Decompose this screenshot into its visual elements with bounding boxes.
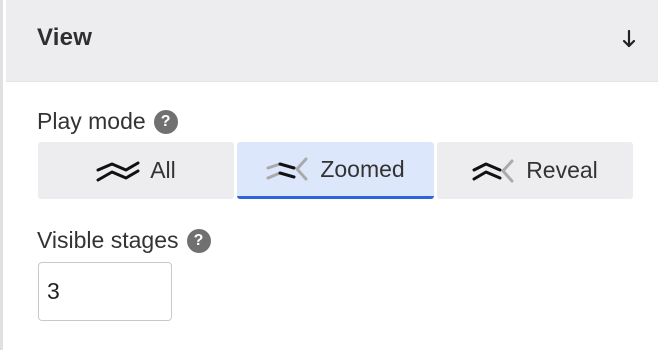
view-panel: View Play mode ? All Zoomed Reveal Visib… [0, 0, 658, 350]
help-icon[interactable]: ? [153, 109, 178, 134]
visible-stages-label-text: Visible stages [37, 227, 179, 253]
play-mode-all-button[interactable]: All [38, 142, 234, 199]
arrow-down-icon [622, 29, 636, 48]
play-mode-reveal-button[interactable]: Reveal [437, 142, 633, 199]
mode-all-icon [96, 161, 140, 181]
panel-title: View [37, 24, 93, 51]
visible-stages-label: Visible stages ? [37, 227, 211, 254]
collapse-button[interactable] [617, 26, 641, 52]
play-mode-reveal-label: Reveal [526, 157, 598, 183]
play-mode-label: Play mode ? [37, 108, 178, 135]
play-mode-selector: All Zoomed Reveal [38, 142, 633, 199]
play-mode-label-text: Play mode [37, 108, 146, 134]
help-icon[interactable]: ? [186, 228, 211, 253]
play-mode-zoomed-button[interactable]: Zoomed [237, 142, 434, 199]
mode-reveal-icon [472, 159, 514, 182]
mode-zoomed-icon [266, 157, 308, 181]
visible-stages-input[interactable] [38, 262, 172, 321]
panel-header[interactable]: View [6, 0, 658, 82]
play-mode-zoomed-label: Zoomed [320, 155, 405, 182]
play-mode-all-label: All [150, 157, 176, 183]
